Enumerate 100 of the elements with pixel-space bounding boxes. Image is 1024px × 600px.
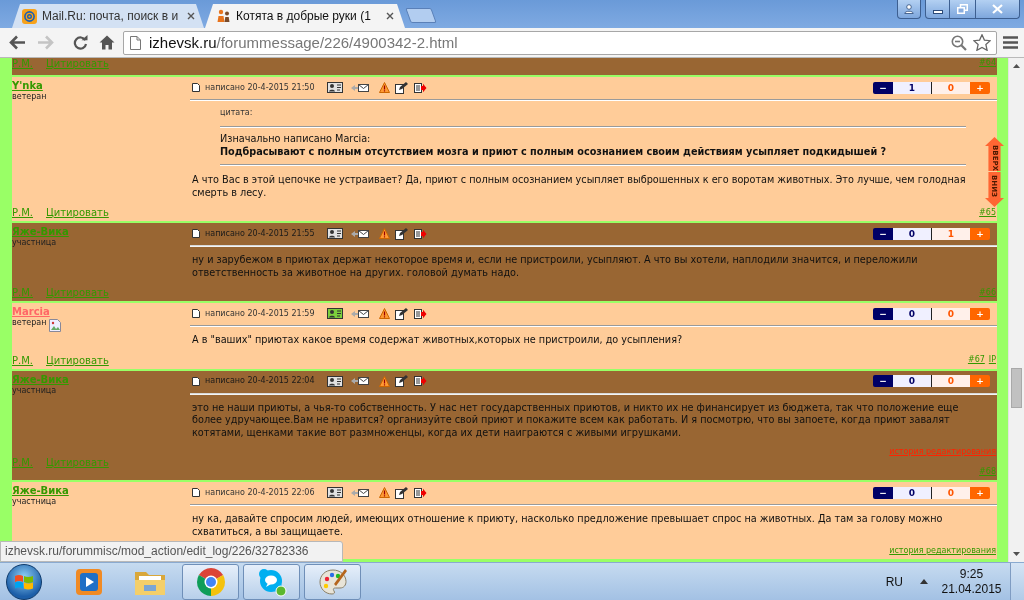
restore-button[interactable] xyxy=(950,0,976,19)
ring-logo-icon xyxy=(22,8,37,24)
menu-icon[interactable] xyxy=(1003,36,1018,49)
post-text: А в "ваших" приютах какое время содержат животных,которых не пристроили, до усыпления? xyxy=(191,334,684,347)
browser-tab[interactable]: Котята в добрые руки (1 xyxy=(205,4,405,28)
post-number-link[interactable]: #65 xyxy=(979,207,996,218)
document-arrow-icon[interactable] xyxy=(413,308,427,319)
warning-icon[interactable] xyxy=(378,308,390,319)
quote-link[interactable]: Цитировать xyxy=(46,207,109,218)
round-logo-icon xyxy=(195,566,226,597)
vote-count: 1 xyxy=(932,227,970,240)
pm-link[interactable]: Р.М. xyxy=(12,456,33,468)
envelope-icon[interactable] xyxy=(350,308,369,319)
edit-icon[interactable] xyxy=(394,375,408,387)
warning-icon[interactable] xyxy=(378,375,390,387)
vote-plus-button[interactable]: + xyxy=(970,81,990,94)
quote-link[interactable]: Цитировать xyxy=(46,58,109,69)
quote-link[interactable]: Цитировать xyxy=(46,456,109,468)
scroll-down-icon[interactable] xyxy=(1013,552,1020,556)
post-text: ну и зарубежом в приютах держат некоторое время и, если не пристроили, усыпляют. А что вы хотели, наплодили значится, и переложили ответственность за животное на других. головой думать надо. xyxy=(191,254,919,279)
pm-link[interactable]: Р.М. xyxy=(12,58,33,69)
pm-link[interactable]: Р.М. xyxy=(12,207,33,218)
document-arrow-icon[interactable] xyxy=(413,487,427,498)
post-date: написано 20-4-2015 21:50 xyxy=(205,82,315,93)
back-icon[interactable] xyxy=(9,35,26,50)
username-link[interactable]: Y'nka xyxy=(12,80,43,92)
ip-link[interactable]: IP xyxy=(988,355,996,365)
username-link[interactable]: Яже-Вика xyxy=(12,226,69,238)
post-number-link[interactable]: #66 xyxy=(979,287,996,298)
edit-history-link[interactable]: история редактирования xyxy=(889,546,996,556)
address-bar[interactable]: izhevsk.ru/forummessage/226/4900342-2.html xyxy=(123,30,997,55)
profile-card-icon[interactable] xyxy=(326,487,343,498)
post-number-link[interactable]: #67 xyxy=(967,355,985,365)
profile-card-icon[interactable] xyxy=(326,228,343,239)
document-icon xyxy=(192,229,200,238)
post-number-link[interactable]: #68 xyxy=(979,467,996,477)
minimize-icon xyxy=(932,9,943,14)
status-bubble: izhevsk.ru/forummisc/mod_action/edit_log/226/32782336 xyxy=(0,541,343,562)
vote-count: 0 xyxy=(893,375,932,387)
vote-count: 0 xyxy=(932,375,970,387)
edit-icon[interactable] xyxy=(394,486,408,499)
envelope-icon[interactable] xyxy=(350,376,369,386)
vote-minus-button[interactable]: − xyxy=(873,81,893,94)
pm-link[interactable]: Р.М. xyxy=(12,287,33,298)
clock-time[interactable]: 9:25 xyxy=(959,566,984,582)
language-indicator[interactable]: RU xyxy=(885,574,903,589)
vote-plus-button[interactable]: + xyxy=(970,227,990,240)
warning-icon[interactable] xyxy=(378,228,390,239)
taskbar-button[interactable] xyxy=(304,563,361,600)
profile-button[interactable] xyxy=(897,0,921,19)
vote-plus-button[interactable]: + xyxy=(970,486,990,499)
profile-card-icon[interactable] xyxy=(326,375,343,387)
edit-icon[interactable] xyxy=(394,81,408,94)
document-arrow-icon[interactable] xyxy=(413,228,427,239)
post-text: ну ка, давайте спросим людей, имеющих отношение к приюту, насколько предложение превышает спрос на животных. Да там за голову можно схватиться, а вы защищаете. xyxy=(191,513,944,538)
vote-minus-button[interactable]: − xyxy=(873,307,893,320)
browser-tab[interactable]: Mail.Ru: почта, поиск в и xyxy=(12,4,204,28)
quote-link[interactable]: Цитировать xyxy=(46,287,109,298)
user-rank: ветеран xyxy=(12,92,47,102)
pm-link[interactable]: Р.М. xyxy=(12,354,33,366)
profile-card-icon[interactable] xyxy=(326,82,343,93)
username-link[interactable]: Яже-Вика xyxy=(12,373,69,386)
zoom-out-icon[interactable] xyxy=(951,34,967,51)
bookmark-star-icon[interactable] xyxy=(973,34,991,51)
play-icon[interactable] xyxy=(74,567,103,596)
envelope-icon[interactable] xyxy=(350,82,369,93)
edit-icon[interactable] xyxy=(394,307,408,320)
quote-link[interactable]: Цитировать xyxy=(46,354,109,366)
username-link[interactable]: Яже-Вика xyxy=(12,485,69,497)
warning-icon[interactable] xyxy=(378,487,390,498)
warning-icon[interactable] xyxy=(378,82,390,93)
vote-plus-button[interactable]: + xyxy=(970,375,990,387)
post-number-link[interactable]: #64 xyxy=(979,58,996,68)
vote-minus-button[interactable]: − xyxy=(873,375,893,387)
caret-up-icon[interactable] xyxy=(920,579,928,584)
clock-date[interactable]: 21.04.2015 xyxy=(941,581,1002,597)
taskbar-button[interactable] xyxy=(243,563,300,600)
edit-icon[interactable] xyxy=(394,227,408,240)
taskbar-button[interactable] xyxy=(182,563,239,600)
username-link[interactable]: Marcia xyxy=(12,306,50,318)
home-icon[interactable] xyxy=(99,35,115,50)
close-button[interactable] xyxy=(976,0,1020,19)
document-arrow-icon[interactable] xyxy=(413,82,427,93)
close-icon[interactable] xyxy=(386,12,394,20)
scrollbar-thumb[interactable] xyxy=(1011,368,1022,408)
minimize-button[interactable] xyxy=(925,0,950,19)
close-icon[interactable] xyxy=(187,12,195,20)
vote-minus-button[interactable]: − xyxy=(873,227,893,240)
post-text: это не наши приюты, а чья-то собственность. У нас нет государственных приютов, и никто их не финансирует из бюджета, так что положение еще более удручающее.Вам не нравится? организуйте свой приют и покажите всем как работать. И я посмотрю, что вы запоете, когда приют завалят котятами, щенками такие вот размноженцы, когда их дети наиграются с живыми игрушками. xyxy=(191,401,960,439)
vote-minus-button[interactable]: − xyxy=(873,486,893,499)
close-icon xyxy=(992,4,1003,14)
vote-plus-button[interactable]: + xyxy=(970,307,990,320)
scroll-up-icon[interactable] xyxy=(1013,64,1020,68)
document-arrow-icon[interactable] xyxy=(413,376,427,386)
reload-icon[interactable] xyxy=(73,35,88,50)
envelope-icon[interactable] xyxy=(350,487,369,498)
profile-card-icon[interactable] xyxy=(326,308,343,319)
start-button[interactable] xyxy=(6,563,42,600)
envelope-icon[interactable] xyxy=(350,228,369,239)
user-rank: ветеран xyxy=(12,318,47,328)
